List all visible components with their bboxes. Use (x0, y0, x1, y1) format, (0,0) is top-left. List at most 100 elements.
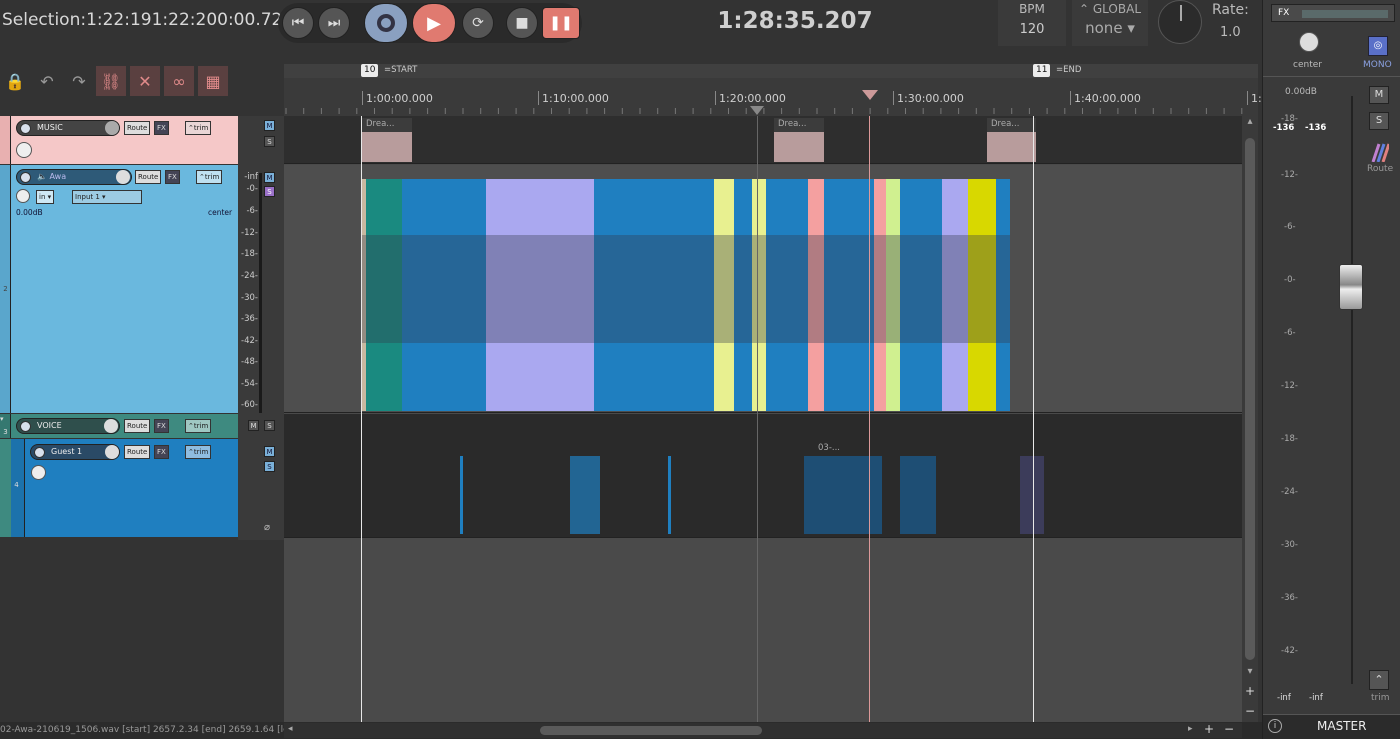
route-button[interactable]: Route (124, 445, 151, 459)
media-item[interactable] (1020, 456, 1044, 534)
trim-button[interactable]: ⌃trim (185, 121, 212, 135)
master-mute-button[interactable]: M (1369, 86, 1389, 104)
arrange-view[interactable]: Drea... Drea... Drea... 03-... (284, 116, 1242, 722)
horizontal-scrollbar[interactable]: ◂ ▸ + − (284, 722, 1242, 738)
track-panel-music[interactable]: 1 MUSIC Route FX ⌃trim (0, 116, 238, 164)
media-item[interactable]: Drea... (987, 118, 1036, 162)
media-item[interactable] (460, 456, 463, 534)
rate-knob[interactable] (1158, 0, 1202, 44)
info-icon[interactable]: i (1268, 719, 1282, 733)
volume-knob[interactable] (104, 419, 118, 433)
route-button[interactable]: Route (135, 170, 162, 184)
track-color-strip[interactable] (0, 116, 11, 164)
mute-button[interactable]: M (264, 120, 275, 131)
volume-knob[interactable] (116, 170, 130, 184)
scrollbar-thumb[interactable] (1245, 138, 1255, 660)
link-icon[interactable]: ∞ (164, 66, 194, 96)
record-button[interactable] (364, 3, 408, 43)
undo-icon[interactable]: ↶ (32, 66, 62, 96)
solo-button[interactable]: S (264, 136, 275, 147)
mute-button[interactable]: M (264, 172, 275, 183)
fx-button[interactable]: FX (154, 121, 169, 135)
loop-button[interactable]: ⟳ (462, 7, 494, 39)
vertical-scrollbar[interactable]: ▴ ▾ + − (1242, 116, 1258, 722)
hzoom-out-icon[interactable]: − (1224, 722, 1234, 736)
global-automation-box[interactable]: ⌃ GLOBAL none ▾ (1072, 0, 1148, 46)
play-button[interactable]: ▶ (412, 3, 456, 43)
pan-knob[interactable] (16, 189, 30, 203)
volume-knob[interactable] (105, 445, 119, 459)
trim-button[interactable]: ⌃trim (185, 445, 212, 459)
solo-button[interactable]: S (264, 461, 275, 472)
media-item[interactable] (570, 456, 600, 534)
edit-cursor-marker[interactable] (750, 106, 764, 115)
input-monitor-button[interactable]: in ▾ (36, 190, 55, 204)
redo-icon[interactable]: ↷ (64, 66, 94, 96)
marker-start[interactable]: 10 (361, 64, 379, 77)
master-solo-button[interactable]: S (1369, 112, 1389, 130)
record-arm-icon[interactable] (20, 421, 31, 432)
track-panel-guest[interactable]: 4 Guest 1 Route FX ⌃trim (0, 439, 238, 537)
stop-button[interactable]: ■ (506, 7, 538, 39)
pan-knob[interactable] (31, 465, 46, 480)
master-fx-button[interactable]: FX (1271, 4, 1395, 22)
trim-button[interactable]: ⌃trim (185, 419, 212, 433)
lock-icon[interactable]: 🔒 (0, 66, 30, 96)
pause-button[interactable]: ❚❚ (542, 7, 580, 39)
track-name-awa[interactable]: 🔈 Awa (16, 169, 132, 185)
hzoom-in-icon[interactable]: + (1204, 722, 1214, 736)
awa-item[interactable] (284, 165, 1242, 413)
master-fader[interactable] (1339, 264, 1363, 310)
phase-icon[interactable]: ⌀ (264, 522, 270, 533)
record-arm-icon[interactable] (20, 172, 31, 183)
route-icon[interactable] (1369, 142, 1391, 163)
solo-button[interactable]: S (264, 420, 275, 431)
scroll-right-icon[interactable]: ▸ (1188, 724, 1193, 734)
fx-button[interactable]: FX (154, 419, 169, 433)
ripple-edit-icon[interactable]: ⛓ (96, 66, 126, 96)
scroll-up-icon[interactable]: ▴ (1243, 116, 1257, 130)
hscroll-thumb[interactable] (540, 726, 762, 735)
media-item[interactable] (668, 456, 671, 534)
track-panel-awa[interactable]: 2 🔈 Awa Route FX ⌃trim in ▾ Input 1 ▾ 0.… (0, 165, 238, 413)
marker-end[interactable]: 11 (1033, 64, 1051, 77)
route-button[interactable]: Route (124, 419, 151, 433)
trim-automation-icon[interactable]: ⌃ (1369, 670, 1389, 690)
lane-awa[interactable] (284, 165, 1242, 413)
timeline-ruler[interactable]: 10 =START 11 =END 1:00:00.000 1:10:00.00… (284, 64, 1262, 116)
go-to-start-button[interactable]: ⏮ (282, 7, 314, 39)
media-item[interactable]: Drea... (774, 118, 824, 162)
master-pan-knob[interactable] (1299, 32, 1319, 52)
playhead-marker[interactable] (862, 90, 878, 100)
trim-button[interactable]: ⌃trim (196, 170, 223, 184)
mute-button[interactable]: M (248, 420, 259, 431)
pan-knob[interactable] (16, 142, 32, 158)
zoom-in-icon[interactable]: + (1243, 684, 1257, 698)
volume-knob[interactable] (105, 121, 119, 135)
solo-button[interactable]: S (264, 186, 275, 197)
media-item[interactable]: 03-... (804, 443, 882, 534)
bpm-box[interactable]: BPM 120 (998, 0, 1066, 46)
folder-collapse-icon[interactable]: ▾ (0, 415, 4, 423)
lane-guest[interactable]: 03-... (284, 438, 1242, 538)
route-button[interactable]: Route (124, 121, 151, 135)
scroll-left-icon[interactable]: ◂ (288, 724, 293, 734)
grid-icon[interactable]: ▦ (198, 66, 228, 96)
lane-music[interactable]: Drea... Drea... Drea... (284, 116, 1242, 164)
record-arm-icon[interactable] (34, 447, 45, 458)
go-to-end-button[interactable]: ⏭ (318, 7, 350, 39)
record-arm-icon[interactable] (20, 123, 31, 134)
time-display[interactable]: 1:28:35.207 (700, 8, 890, 34)
track-panel-voice[interactable]: 3 ▾ VOICE Route FX ⌃trim (0, 414, 238, 438)
input-select[interactable]: Input 1 ▾ (72, 190, 142, 204)
mute-button[interactable]: M (264, 446, 275, 457)
scroll-down-icon[interactable]: ▾ (1243, 666, 1257, 677)
crossfade-icon[interactable]: ✕ (130, 66, 160, 96)
media-item[interactable] (900, 456, 936, 534)
fx-button[interactable]: FX (154, 445, 169, 459)
lane-voice[interactable] (284, 414, 1242, 438)
zoom-out-icon[interactable]: − (1243, 704, 1257, 718)
mono-button[interactable]: ◎ (1368, 36, 1388, 56)
fx-button[interactable]: FX (165, 170, 180, 184)
media-item[interactable]: Drea... (362, 118, 412, 162)
